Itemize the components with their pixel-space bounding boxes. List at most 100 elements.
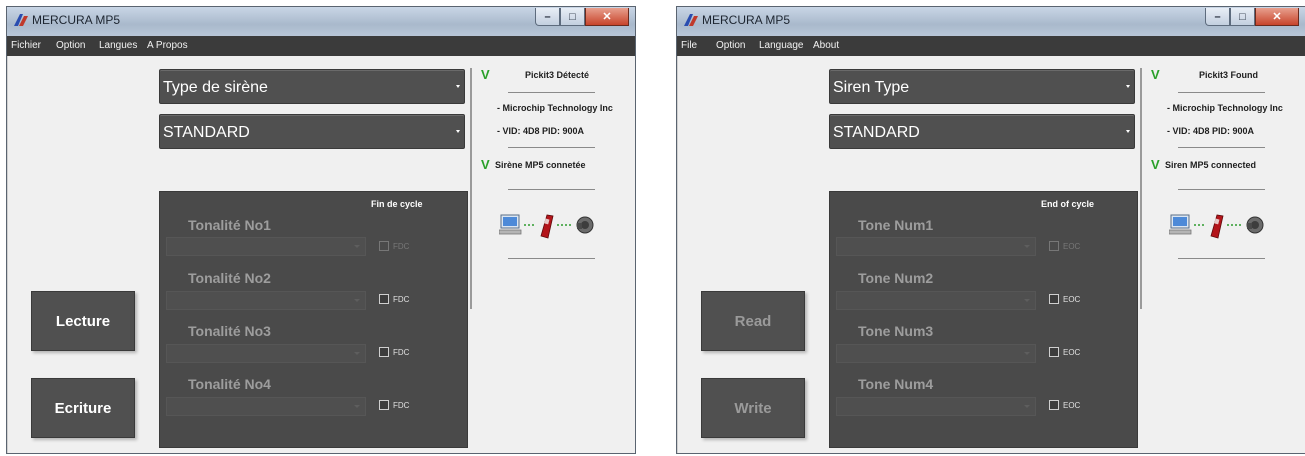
write-button[interactable]: Ecriture [31, 378, 135, 438]
siren-status: Sirène MP5 connetée [495, 160, 586, 170]
window-controls: – □ ✕ [535, 8, 629, 26]
menu-option[interactable]: Option [56, 40, 85, 51]
divider [1178, 258, 1265, 259]
tones-panel: Fin de cycle Tonalité No1 FDC Tonalité N… [159, 191, 468, 448]
tone-1-checkbox[interactable] [1049, 241, 1059, 251]
end-of-cycle-header: End of cycle [1041, 199, 1095, 209]
tone-3-check-label: EOC [1063, 348, 1081, 357]
client-area: Type de sirène STANDARD Fin de cycle Ton… [7, 56, 635, 453]
app-icon [684, 14, 698, 26]
tone-3-checkbox[interactable] [379, 347, 389, 357]
tone-3-check-label: FDC [393, 348, 410, 357]
menu-file[interactable]: File [681, 40, 697, 51]
divider [508, 92, 595, 93]
divider [508, 258, 595, 259]
siren-model-value: STANDARD [163, 124, 250, 141]
divider [508, 147, 595, 148]
close-icon[interactable]: ✕ [585, 8, 629, 26]
chevron-down-icon [1126, 85, 1130, 88]
menu-about[interactable]: About [813, 40, 839, 51]
status-separator [470, 68, 472, 309]
tone-4-select[interactable] [836, 397, 1036, 416]
vid-pid-text: - VID: 4D8 PID: 900A [497, 126, 585, 136]
tone-4-select[interactable] [166, 397, 366, 416]
chevron-down-icon [354, 352, 360, 355]
tone-2-select[interactable] [836, 291, 1036, 310]
menu-language[interactable]: Language [759, 40, 804, 51]
siren-model-select[interactable]: STANDARD [159, 114, 465, 149]
status-separator [1140, 68, 1142, 309]
tone-4-checkbox[interactable] [1049, 400, 1059, 410]
siren-icon [1246, 216, 1264, 234]
connection-diagram [499, 214, 594, 239]
divider [508, 189, 595, 190]
close-icon[interactable]: ✕ [1255, 8, 1299, 26]
tone-1-select[interactable] [836, 237, 1036, 256]
tone-1-select[interactable] [166, 237, 366, 256]
maximize-icon[interactable]: □ [1230, 8, 1255, 26]
chevron-down-icon [1126, 130, 1130, 133]
tone-1-label: Tone Num1 [858, 217, 934, 233]
siren-check-mark: V [481, 157, 490, 172]
menu-language[interactable]: Langues [99, 40, 137, 51]
window-english: MERCURA MP5 – □ ✕ File Option Language A… [676, 6, 1305, 454]
divider [1178, 92, 1265, 93]
menu-about[interactable]: A Propos [147, 40, 188, 51]
tone-2-checkbox[interactable] [1049, 294, 1059, 304]
chevron-down-icon [354, 245, 360, 248]
read-button[interactable]: Lecture [31, 291, 135, 351]
window-french: MERCURA MP5 – □ ✕ Fichier Option Langues… [6, 6, 636, 454]
tone-4-check-label: FDC [393, 401, 410, 410]
tone-2-select[interactable] [166, 291, 366, 310]
tone-3-select[interactable] [166, 344, 366, 363]
tone-3-label: Tone Num3 [858, 323, 934, 339]
read-button[interactable]: Read [701, 291, 805, 351]
tone-2-check-label: EOC [1063, 295, 1081, 304]
minimize-icon[interactable]: – [1205, 8, 1230, 26]
manufacturer-text: - Microchip Technology Inc [497, 103, 613, 113]
computer-icon [499, 214, 522, 235]
tone-4-checkbox[interactable] [379, 400, 389, 410]
maximize-icon[interactable]: □ [560, 8, 585, 26]
tone-3-label: Tonalité No3 [188, 323, 271, 339]
connection-diagram [1169, 214, 1264, 239]
menu-bar: File Option Language About [677, 36, 1305, 56]
title-bar[interactable]: MERCURA MP5 – □ ✕ [7, 7, 635, 36]
window-title: MERCURA MP5 [32, 13, 121, 27]
pickit-status: Pickit3 Détecté [525, 70, 590, 80]
tones-panel: End of cycle Tone Num1 EOC Tone Num2 EOC… [829, 191, 1138, 448]
chevron-down-icon [354, 405, 360, 408]
chevron-down-icon [354, 299, 360, 302]
window-title: MERCURA MP5 [702, 13, 791, 27]
manufacturer-text: - Microchip Technology Inc [1167, 103, 1283, 113]
divider [1178, 189, 1265, 190]
app-icon [14, 14, 28, 26]
siren-type-select[interactable]: Siren Type [829, 69, 1135, 104]
pickit-check-mark: V [1151, 67, 1160, 82]
siren-model-value: STANDARD [833, 124, 920, 141]
vid-pid-text: - VID: 4D8 PID: 900A [1167, 126, 1255, 136]
menu-file[interactable]: Fichier [11, 40, 41, 51]
siren-type-value: Type de sirène [163, 79, 268, 96]
end-of-cycle-header: Fin de cycle [371, 199, 423, 209]
tone-1-check-label: FDC [393, 242, 410, 251]
siren-type-value: Siren Type [833, 79, 910, 96]
tone-1-checkbox[interactable] [379, 241, 389, 251]
tone-2-checkbox[interactable] [379, 294, 389, 304]
tone-3-select[interactable] [836, 344, 1036, 363]
client-area: Siren Type STANDARD End of cycle Tone Nu… [677, 56, 1305, 453]
write-button[interactable]: Write [701, 378, 805, 438]
computer-icon [1169, 214, 1192, 235]
tone-4-check-label: EOC [1063, 401, 1081, 410]
title-bar[interactable]: MERCURA MP5 – □ ✕ [677, 7, 1305, 36]
chevron-down-icon [1024, 245, 1030, 248]
chevron-down-icon [1024, 352, 1030, 355]
menu-option[interactable]: Option [716, 40, 745, 51]
siren-model-select[interactable]: STANDARD [829, 114, 1135, 149]
chevron-down-icon [1024, 405, 1030, 408]
tone-3-checkbox[interactable] [1049, 347, 1059, 357]
minimize-icon[interactable]: – [535, 8, 560, 26]
siren-type-select[interactable]: Type de sirène [159, 69, 465, 104]
chevron-down-icon [1024, 299, 1030, 302]
chevron-down-icon [456, 130, 460, 133]
